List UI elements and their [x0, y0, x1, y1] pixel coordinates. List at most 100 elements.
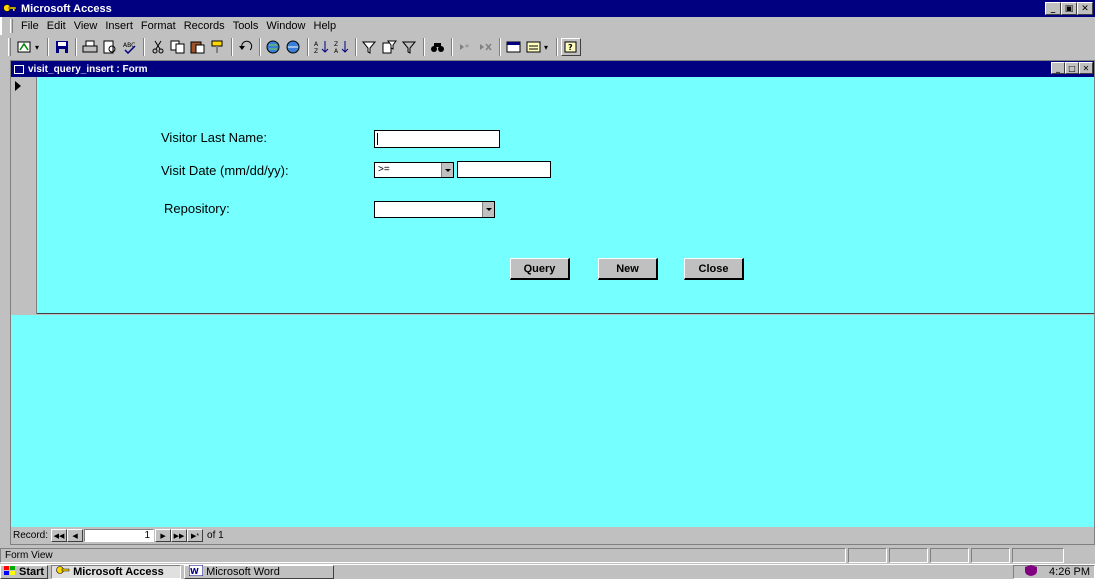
- menu-format[interactable]: Format: [137, 20, 180, 32]
- visitor-last-name-input[interactable]: [374, 130, 500, 148]
- chevron-down-icon[interactable]: [482, 202, 494, 217]
- visit-date-input[interactable]: [457, 161, 551, 178]
- help-icon[interactable]: ?: [561, 38, 581, 56]
- status-cell: [930, 547, 969, 563]
- new-button[interactable]: New: [598, 258, 658, 280]
- app-restore-button[interactable]: ▣: [1061, 2, 1077, 15]
- current-record-arrow-icon: [15, 81, 21, 91]
- svg-text:A: A: [314, 41, 319, 48]
- save-icon[interactable]: [52, 38, 72, 56]
- form-close-button[interactable]: ✕: [1079, 62, 1093, 74]
- web-toolbar-icon[interactable]: [284, 38, 304, 56]
- app-minimize-button[interactable]: _: [1045, 2, 1061, 15]
- record-count: of 1: [207, 530, 224, 541]
- form-minimize-button[interactable]: _: [1051, 62, 1065, 74]
- windows-logo-icon: [4, 565, 16, 579]
- start-button[interactable]: Start: [0, 565, 49, 579]
- menu-edit[interactable]: Edit: [43, 20, 70, 32]
- close-button[interactable]: Close: [684, 258, 744, 280]
- menu-tools[interactable]: Tools: [229, 20, 263, 32]
- query-button[interactable]: Query: [510, 258, 570, 280]
- status-cell: [1012, 547, 1064, 563]
- svg-text:Z: Z: [334, 41, 338, 48]
- date-operator-value: >=: [378, 164, 390, 175]
- last-record-icon[interactable]: ▶▶: [171, 529, 188, 542]
- undo-icon[interactable]: [236, 38, 256, 56]
- database-window-icon[interactable]: [504, 38, 524, 56]
- access-key-icon: [56, 565, 70, 579]
- menu-insert[interactable]: Insert: [101, 20, 137, 32]
- status-text: Form View: [0, 547, 846, 563]
- clock: 4:26 PM: [1049, 566, 1090, 578]
- filter-by-form-icon[interactable]: [380, 38, 400, 56]
- form-view-toolbar: ▾ ABC AZ ZA * ▾ ?: [0, 35, 1095, 59]
- copy-icon[interactable]: [168, 38, 188, 56]
- form-empty-area: [11, 315, 1094, 527]
- menu-bar: File Edit View Insert Format Records Too…: [0, 17, 1095, 35]
- next-record-icon[interactable]: ▶: [155, 529, 172, 542]
- form-title: visit_query_insert : Form: [28, 63, 148, 75]
- form-title-bar: visit_query_insert : Form _ □ ✕: [11, 61, 1094, 77]
- menu-window[interactable]: Window: [262, 20, 309, 32]
- new-record-icon[interactable]: *: [456, 38, 476, 56]
- menu-records[interactable]: Records: [180, 20, 229, 32]
- app-close-button[interactable]: ✕: [1077, 2, 1093, 15]
- spelling-icon[interactable]: ABC: [120, 38, 140, 56]
- access-key-icon: [3, 3, 17, 15]
- menu-file[interactable]: File: [17, 20, 43, 32]
- previous-record-icon[interactable]: ◀: [67, 529, 84, 542]
- system-tray: 4:26 PM: [1013, 565, 1095, 579]
- apply-filter-icon[interactable]: [400, 38, 420, 56]
- status-bar: Form View: [0, 546, 1095, 564]
- record-label: Record:: [13, 530, 49, 541]
- find-icon[interactable]: [428, 38, 448, 56]
- text-cursor: [377, 133, 378, 145]
- chevron-down-icon[interactable]: [441, 163, 453, 177]
- status-cell: [848, 547, 887, 563]
- delete-record-icon[interactable]: [476, 38, 496, 56]
- view-icon[interactable]: [15, 38, 35, 56]
- task-microsoft-access[interactable]: Microsoft Access: [51, 565, 182, 579]
- view-dropdown-icon[interactable]: ▾: [35, 43, 44, 52]
- sort-ascending-icon[interactable]: AZ: [312, 38, 332, 56]
- print-icon[interactable]: [80, 38, 100, 56]
- print-preview-icon[interactable]: [100, 38, 120, 56]
- menu-view[interactable]: View: [70, 20, 102, 32]
- app-title-bar: Microsoft Access _ ▣ ✕: [0, 0, 1095, 17]
- svg-text:?: ?: [568, 43, 573, 52]
- status-cell: [971, 547, 1010, 563]
- toolbar-grip: [8, 38, 11, 56]
- date-operator-select[interactable]: >=: [374, 162, 454, 178]
- svg-text:*: *: [465, 43, 469, 52]
- visitor-last-name-label: Visitor Last Name:: [161, 130, 267, 145]
- svg-text:W: W: [190, 567, 199, 576]
- task-microsoft-word[interactable]: W Microsoft Word: [184, 564, 335, 579]
- svg-text:Z: Z: [314, 48, 318, 54]
- form-icon: [14, 64, 24, 74]
- paste-icon[interactable]: [188, 38, 208, 56]
- menu-help[interactable]: Help: [310, 20, 341, 32]
- status-cell: [889, 547, 928, 563]
- svg-text:A: A: [334, 48, 339, 54]
- form-restore-button[interactable]: □: [1065, 62, 1079, 74]
- tray-shield-icon[interactable]: [1025, 565, 1038, 579]
- repository-select[interactable]: [374, 201, 495, 218]
- sort-descending-icon[interactable]: ZA: [332, 38, 352, 56]
- visit-date-label: Visit Date (mm/dd/yy):: [161, 163, 289, 178]
- new-record-nav-icon[interactable]: ▶*: [187, 529, 204, 542]
- filter-by-selection-icon[interactable]: [360, 38, 380, 56]
- cut-icon[interactable]: [148, 38, 168, 56]
- record-number-input[interactable]: 1: [84, 529, 155, 542]
- new-object-icon[interactable]: [524, 38, 544, 56]
- form-detail-section: Visitor Last Name: Visit Date (mm/dd/yy)…: [37, 77, 1094, 314]
- record-navigation: Record: ◀◀ ◀ 1 ▶ ▶▶ ▶* of 1: [11, 527, 1094, 544]
- repository-label: Repository:: [164, 201, 230, 216]
- menu-grip: [10, 19, 13, 33]
- format-painter-icon[interactable]: [208, 38, 228, 56]
- first-record-icon[interactable]: ◀◀: [51, 529, 68, 542]
- insert-hyperlink-icon[interactable]: [264, 38, 284, 56]
- taskbar: Start Microsoft Access W Microsoft Word …: [0, 564, 1095, 579]
- new-object-dropdown-icon[interactable]: ▾: [544, 43, 553, 52]
- record-selector[interactable]: [11, 77, 37, 314]
- word-icon: W: [188, 564, 204, 579]
